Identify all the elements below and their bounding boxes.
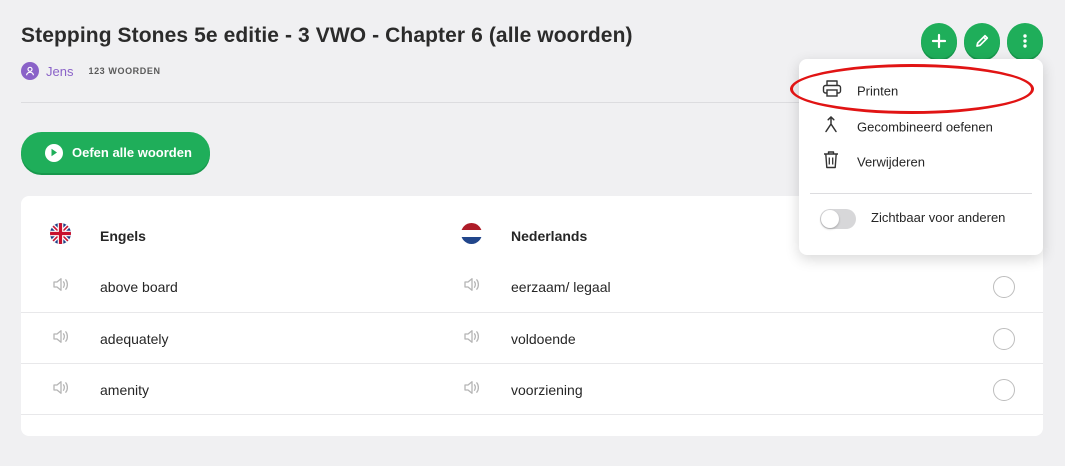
practice-all-label: Oefen alle woorden <box>72 145 192 160</box>
table-row: adequately voldoende <box>21 312 1043 364</box>
add-button[interactable] <box>921 23 957 59</box>
menu-item-combined-practice[interactable]: Gecombineerd oefenen <box>799 110 1043 144</box>
edit-button[interactable] <box>964 23 1000 59</box>
list-meta: Jens 123 WOORDEN <box>21 62 161 80</box>
select-word-checkbox[interactable] <box>993 327 1015 350</box>
speaker-icon[interactable] <box>463 379 481 400</box>
merge-icon <box>822 116 840 139</box>
plus-icon <box>931 33 947 49</box>
visibility-toggle[interactable] <box>820 209 856 229</box>
menu-item-label: Gecombineerd oefenen <box>857 119 993 135</box>
table-row <box>21 414 1043 466</box>
target-word: eerzaam/ legaal <box>511 278 611 295</box>
header-divider <box>21 102 801 103</box>
target-word: voldoende <box>511 330 576 347</box>
speaker-icon[interactable] <box>52 379 70 400</box>
source-word: amenity <box>100 381 150 398</box>
menu-item-label: Printen <box>857 83 899 99</box>
select-word-checkbox[interactable] <box>993 378 1015 401</box>
menu-divider <box>810 193 1032 194</box>
practice-all-button[interactable]: Oefen alle woorden <box>21 132 210 173</box>
page-title: Stepping Stones 5e editie - 3 VWO - Chap… <box>21 24 633 47</box>
play-icon <box>45 143 63 162</box>
more-options-menu: Printen Gecombineerd oefenen Verwijderen… <box>799 59 1043 255</box>
target-word: voorziening <box>511 381 583 398</box>
source-word: above board <box>100 278 178 295</box>
trash-icon <box>822 150 840 174</box>
target-language-header: Nederlands <box>511 227 588 244</box>
printer-icon <box>822 80 842 103</box>
vertical-dots-icon <box>1023 34 1027 48</box>
owner-name-link[interactable]: Jens <box>46 64 73 79</box>
word-count: 123 WOORDEN <box>88 66 161 76</box>
user-avatar-icon[interactable] <box>21 62 39 80</box>
uk-flag-icon <box>50 222 71 249</box>
table-row: above board eerzaam/ legaal <box>21 261 1043 312</box>
speaker-icon[interactable] <box>52 276 70 297</box>
visibility-toggle-label: Zichtbaar voor anderen <box>871 210 1006 225</box>
source-word: adequately <box>100 330 169 347</box>
speaker-icon[interactable] <box>463 276 481 297</box>
source-language-header: Engels <box>100 227 146 244</box>
menu-item-print[interactable]: Printen <box>799 74 1043 108</box>
dutch-flag-icon <box>461 222 482 249</box>
menu-item-label: Verwijderen <box>857 154 925 170</box>
more-options-button[interactable] <box>1007 23 1043 59</box>
menu-item-delete[interactable]: Verwijderen <box>799 145 1043 179</box>
pencil-icon <box>976 34 989 47</box>
table-row: amenity voorziening <box>21 363 1043 415</box>
select-word-checkbox[interactable] <box>993 275 1015 298</box>
speaker-icon[interactable] <box>52 328 70 349</box>
toggle-knob <box>821 210 839 228</box>
speaker-icon[interactable] <box>463 328 481 349</box>
